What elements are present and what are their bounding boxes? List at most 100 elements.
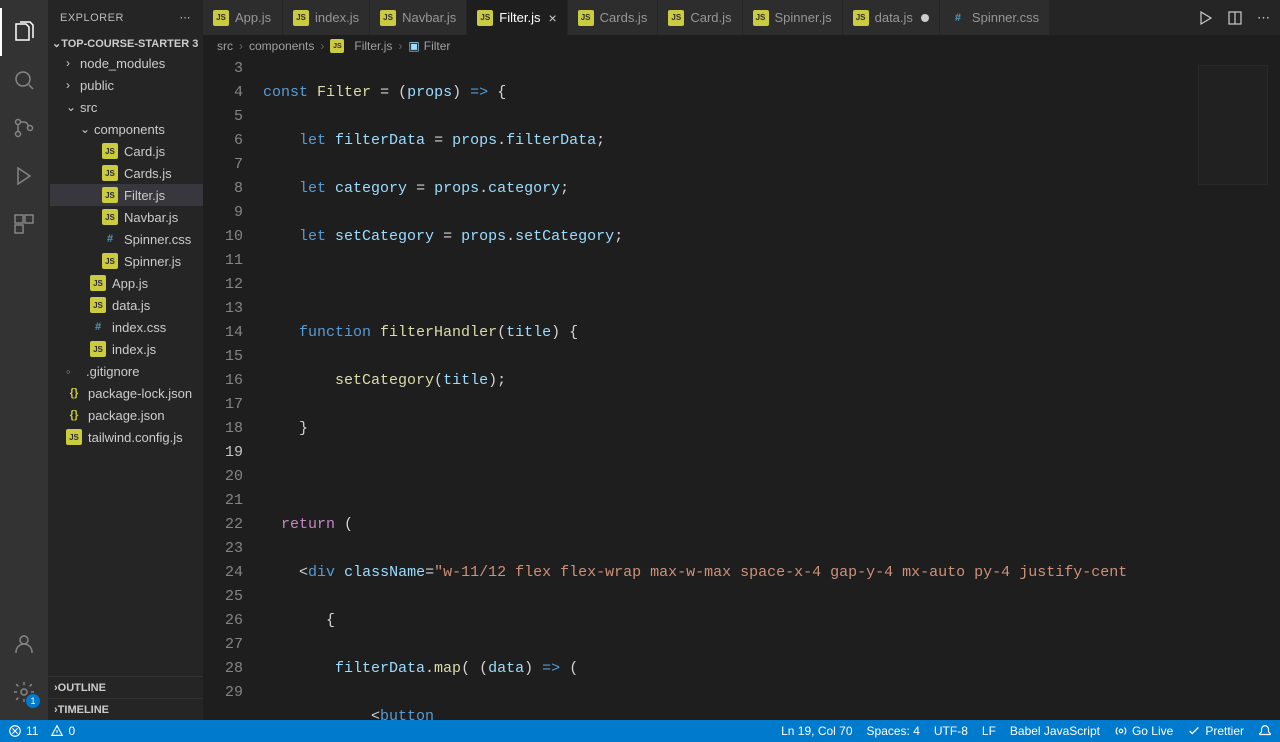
close-icon[interactable]: × xyxy=(548,10,556,26)
css-icon: # xyxy=(102,231,118,247)
status-errors[interactable]: 11 xyxy=(8,724,38,738)
file-app[interactable]: JSApp.js xyxy=(50,272,203,294)
explorer-icon[interactable] xyxy=(0,8,48,56)
chevron-down-icon: ⌄ xyxy=(66,100,80,114)
tab-card[interactable]: JSCard.js xyxy=(658,0,742,35)
status-spaces[interactable]: Spaces: 4 xyxy=(867,724,920,738)
breadcrumb-item[interactable]: src xyxy=(217,39,233,53)
source-control-icon[interactable] xyxy=(0,104,48,152)
tab-spinner[interactable]: JSSpinner.js xyxy=(743,0,843,35)
folder-components[interactable]: ⌄components xyxy=(50,118,203,140)
breadcrumb-item[interactable]: Filter xyxy=(424,39,451,53)
tab-bar: JSApp.js JSindex.js JSNavbar.js JSFilter… xyxy=(203,0,1280,35)
file-tailwind-config[interactable]: JStailwind.config.js xyxy=(50,426,203,448)
js-icon: JS xyxy=(477,10,493,26)
file-tree: ›node_modules ›public ⌄src ⌄components J… xyxy=(48,52,203,676)
run-icon[interactable] xyxy=(1197,10,1213,26)
status-prettier[interactable]: Prettier xyxy=(1187,724,1244,738)
file-package-lock[interactable]: {}package-lock.json xyxy=(50,382,203,404)
folder-src[interactable]: ⌄src xyxy=(50,96,203,118)
breadcrumb-item[interactable]: components xyxy=(249,39,314,53)
js-icon: JS xyxy=(102,143,118,159)
file-gitignore[interactable]: ◦.gitignore xyxy=(50,360,203,382)
js-icon: JS xyxy=(853,10,869,26)
js-icon: JS xyxy=(102,209,118,225)
extensions-icon[interactable] xyxy=(0,200,48,248)
file-cards[interactable]: JSCards.js xyxy=(50,162,203,184)
status-encoding[interactable]: UTF-8 xyxy=(934,724,968,738)
json-icon: {} xyxy=(66,407,82,423)
explorer-header: EXPLORER ⋯ xyxy=(48,0,203,35)
tab-app[interactable]: JSApp.js xyxy=(203,0,283,35)
outline-section[interactable]: ›OUTLINE xyxy=(48,676,203,698)
status-notifications-icon[interactable] xyxy=(1258,724,1272,738)
activity-bar: 1 xyxy=(0,0,48,720)
file-spinner-js[interactable]: JSSpinner.js xyxy=(50,250,203,272)
file-spinner-css[interactable]: #Spinner.css xyxy=(50,228,203,250)
js-icon: JS xyxy=(213,10,229,26)
tab-navbar[interactable]: JSNavbar.js xyxy=(370,0,467,35)
status-eol[interactable]: LF xyxy=(982,724,996,738)
js-icon: JS xyxy=(753,10,769,26)
minimap[interactable] xyxy=(1198,65,1268,185)
status-warnings[interactable]: 0 xyxy=(50,724,75,738)
folder-node-modules[interactable]: ›node_modules xyxy=(50,52,203,74)
status-bar: 11 0 Ln 19, Col 70 Spaces: 4 UTF-8 LF Ba… xyxy=(0,720,1280,742)
js-icon: JS xyxy=(380,10,396,26)
manage-badge: 1 xyxy=(26,694,40,708)
chevron-right-icon: › xyxy=(66,78,80,92)
modified-dot-icon xyxy=(921,14,929,22)
js-icon: JS xyxy=(578,10,594,26)
js-icon: JS xyxy=(90,297,106,313)
chevron-down-icon: ⌄ xyxy=(80,122,94,136)
code-content[interactable]: const Filter = (props) => { let filterDa… xyxy=(263,57,1280,720)
chevron-down-icon: ⌄ xyxy=(52,37,61,50)
file-data[interactable]: JSdata.js xyxy=(50,294,203,316)
js-icon: JS xyxy=(668,10,684,26)
file-package[interactable]: {}package.json xyxy=(50,404,203,426)
status-language[interactable]: Babel JavaScript xyxy=(1010,724,1100,738)
more-icon[interactable]: ⋯ xyxy=(180,11,192,24)
file-index-js[interactable]: JSindex.js xyxy=(50,338,203,360)
file-filter[interactable]: JSFilter.js xyxy=(50,184,203,206)
status-go-live[interactable]: Go Live xyxy=(1114,724,1173,738)
js-icon: JS xyxy=(66,429,82,445)
account-icon[interactable] xyxy=(0,620,48,668)
chevron-right-icon: › xyxy=(66,56,80,70)
project-name: TOP-COURSE-STARTER 3 xyxy=(61,38,198,50)
timeline-section[interactable]: ›TIMELINE xyxy=(48,698,203,720)
more-icon[interactable]: ⋯ xyxy=(1257,10,1270,26)
file-navbar[interactable]: JSNavbar.js xyxy=(50,206,203,228)
js-icon: JS xyxy=(90,341,106,357)
run-debug-icon[interactable] xyxy=(0,152,48,200)
tab-cards[interactable]: JSCards.js xyxy=(568,0,659,35)
editor-area: JSApp.js JSindex.js JSNavbar.js JSFilter… xyxy=(203,0,1280,720)
search-icon[interactable] xyxy=(0,56,48,104)
explorer-sidebar: EXPLORER ⋯ ⌄ TOP-COURSE-STARTER 3 ›node_… xyxy=(48,0,203,720)
folder-public[interactable]: ›public xyxy=(50,74,203,96)
file-card[interactable]: JSCard.js xyxy=(50,140,203,162)
code-editor[interactable]: 3 4 5 6 7 8 9 10 11 12 13 14 15 16 17 18… xyxy=(203,57,1280,720)
tab-actions: ⋯ xyxy=(1187,0,1280,35)
tab-filter[interactable]: JSFilter.js× xyxy=(467,0,567,35)
js-icon: JS xyxy=(293,10,309,26)
manage-icon[interactable]: 1 xyxy=(0,668,48,716)
gitignore-icon: ◦ xyxy=(66,364,86,379)
tab-data[interactable]: JSdata.js xyxy=(843,0,940,35)
split-icon[interactable] xyxy=(1227,10,1243,26)
breadcrumb-item[interactable]: Filter.js xyxy=(354,39,392,53)
js-icon: JS xyxy=(102,187,118,203)
js-icon: JS xyxy=(90,275,106,291)
project-header[interactable]: ⌄ TOP-COURSE-STARTER 3 xyxy=(48,35,203,52)
tab-index[interactable]: JSindex.js xyxy=(283,0,370,35)
tab-spinner-css[interactable]: #Spinner.css xyxy=(940,0,1050,35)
symbol-icon: ▣ xyxy=(408,39,419,53)
line-gutter: 3 4 5 6 7 8 9 10 11 12 13 14 15 16 17 18… xyxy=(203,57,263,720)
file-index-css[interactable]: #index.css xyxy=(50,316,203,338)
status-cursor[interactable]: Ln 19, Col 70 xyxy=(781,724,852,738)
breadcrumbs[interactable]: src› components› JSFilter.js› ▣ Filter xyxy=(203,35,1280,57)
explorer-title: EXPLORER xyxy=(60,12,124,24)
js-icon: JS xyxy=(102,165,118,181)
js-icon: JS xyxy=(330,39,344,53)
js-icon: JS xyxy=(102,253,118,269)
